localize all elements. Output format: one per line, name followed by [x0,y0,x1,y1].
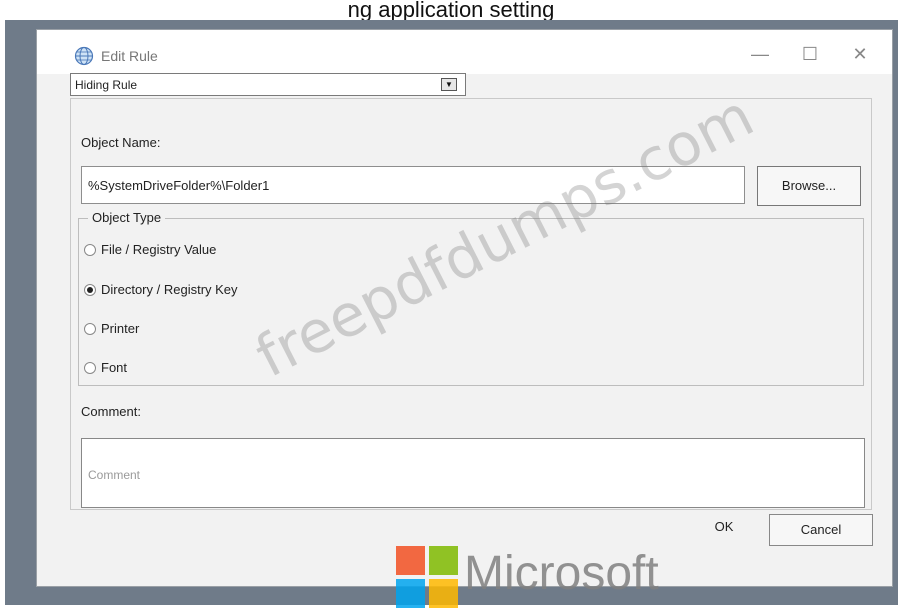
radio-button[interactable] [84,323,96,335]
object-name-label: Object Name: [81,135,161,150]
cancel-button[interactable]: Cancel [769,514,873,546]
comment-label: Comment: [81,404,141,419]
close-icon[interactable]: ✕ [843,40,877,68]
comment-placeholder: Comment [88,468,141,482]
radio-label: File / Registry Value [101,242,217,257]
edit-rule-dialog: Edit Rule — ☐ ✕ Hiding Rule ▼ Object Nam… [36,29,893,587]
comment-textarea[interactable]: Comment [81,438,865,508]
object-name-value: %SystemDriveFolder%\Folder1 [88,178,270,193]
object-type-legend: Object Type [88,210,166,225]
rule-type-value: Hiding Rule [75,78,138,92]
radio-label: Font [101,360,128,375]
radio-label: Directory / Registry Key [101,282,238,297]
ok-button[interactable]: OK [685,512,763,544]
microsoft-logo-icon [396,546,458,608]
minimize-icon[interactable]: — [743,40,777,68]
browse-button[interactable]: Browse... [757,166,861,206]
dialog-title: Edit Rule [101,48,158,64]
globe-icon [74,46,94,66]
maximize-icon[interactable]: ☐ [793,40,827,68]
radio-button[interactable] [84,244,96,256]
radio-button[interactable] [84,362,96,374]
radio-label: Printer [101,321,140,336]
rule-type-select[interactable]: Hiding Rule ▼ [70,73,466,96]
radio-button-selected[interactable] [84,284,96,296]
title-bar: Edit Rule — ☐ ✕ [37,30,892,74]
chevron-down-icon[interactable]: ▼ [441,78,457,91]
microsoft-wordmark: Microsoft [464,547,659,600]
